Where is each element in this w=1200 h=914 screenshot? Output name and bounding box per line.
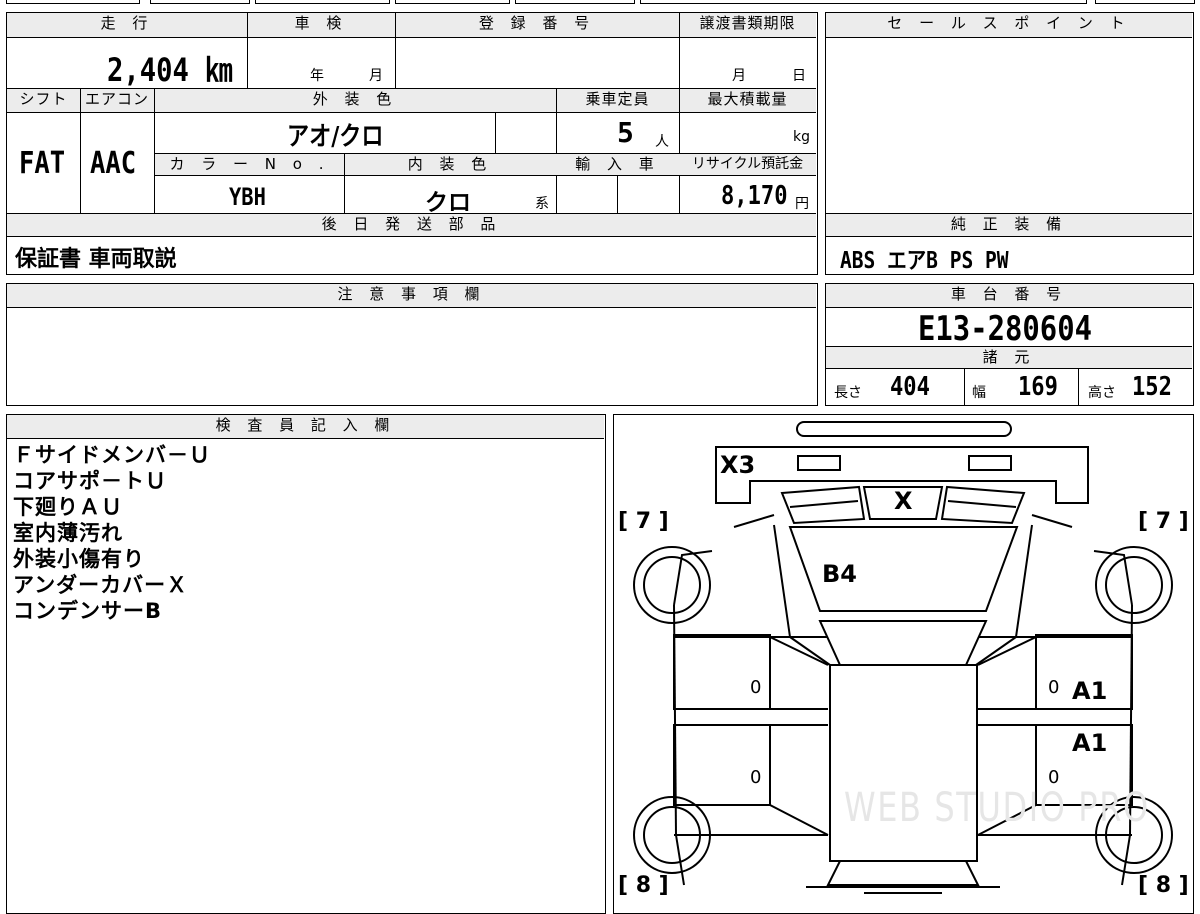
- shift-header: シフト: [7, 89, 80, 113]
- length-label: 長さ: [834, 385, 862, 401]
- registration-header: 登 録 番 号: [395, 13, 679, 38]
- inspector-line: 外装小傷有り: [13, 547, 145, 571]
- dimensions-header: 諸 元: [826, 347, 1192, 369]
- recycle-header: リサイクル預託金: [679, 154, 816, 176]
- mark-grille: X: [894, 487, 913, 515]
- recycle-unit: 円: [795, 196, 809, 212]
- sales-point-panel: セ ー ル ス ポ イ ン ト 純 正 装 備 ABS エアB PS PW: [825, 12, 1194, 275]
- mileage-value: 2,404 ㎞: [107, 51, 233, 89]
- inspector-header: 検 査 員 記 入 欄: [7, 415, 604, 439]
- tire-front-right: [ 7 ]: [1138, 509, 1189, 534]
- height-value: 152: [1132, 372, 1172, 402]
- transfer-day-unit: 日: [792, 68, 806, 84]
- exterior-color-header: 外 装 色: [154, 89, 556, 113]
- inspector-line: 下廻りＡＵ: [13, 495, 123, 519]
- inspector-line: Ｆサイドメンバ－Ｕ: [13, 443, 211, 467]
- mark-right-rear-door: A1: [1072, 729, 1108, 757]
- sales-point-header: セ ー ル ス ポ イ ン ト: [826, 13, 1192, 38]
- max-load-header: 最大積載量: [679, 89, 816, 113]
- vehicle-spec-table: 走 行 車 検 登 録 番 号 譲渡書類期限 2,404 ㎞ 年 月 月 日 シ…: [6, 12, 818, 275]
- mark-right-front-zero: 0: [1048, 677, 1060, 698]
- inspector-line: コアサポ－トＵ: [13, 469, 167, 493]
- notes-panel: 注 意 事 項 欄: [6, 283, 818, 406]
- inspection-year-unit: 年: [310, 68, 324, 84]
- inspection-month-unit: 月: [369, 68, 383, 84]
- mileage-header: 走 行: [7, 13, 247, 38]
- inspector-panel: 検 査 員 記 入 欄 Ｆサイドメンバ－Ｕ コアサポ－トＵ 下廻りＡＵ 室内薄汚…: [6, 414, 606, 914]
- interior-color-header: 内 装 色: [344, 154, 556, 176]
- inspector-line: コンデンサーB: [13, 599, 163, 623]
- mark-left-front-zero: 0: [750, 677, 762, 698]
- length-value: 404: [890, 372, 930, 402]
- aircon-header: エアコン: [80, 89, 154, 113]
- tire-rear-right: [ 8 ]: [1138, 873, 1189, 898]
- recycle-value: 8,170: [721, 181, 788, 211]
- interior-color-value: クロ: [425, 190, 471, 216]
- max-load-unit: kg: [793, 129, 810, 145]
- color-no-value: YBH: [229, 183, 266, 211]
- shift-value: FAT: [19, 146, 66, 181]
- genuine-equipment-header: 純 正 装 備: [826, 214, 1192, 237]
- capacity-header: 乗車定員: [556, 89, 679, 113]
- watermark: WEB STUDIO PRO: [844, 785, 1150, 831]
- genuine-equipment-value: ABS エアB PS PW: [840, 248, 1009, 274]
- mark-right-rear-zero: 0: [1048, 767, 1060, 788]
- mark-hood: B4: [822, 560, 857, 588]
- later-parts-value: 保証書 車両取説: [15, 247, 177, 272]
- mark-right-front-door: A1: [1072, 677, 1108, 705]
- height-label: 高さ: [1088, 385, 1116, 401]
- tire-rear-left: [ 8 ]: [618, 873, 669, 898]
- capacity-unit: 人: [655, 134, 669, 150]
- inspection-header: 車 検: [247, 13, 395, 38]
- mark-front-bumper: X3: [720, 451, 756, 479]
- width-value: 169: [1018, 372, 1058, 402]
- notes-header: 注 意 事 項 欄: [7, 284, 816, 308]
- capacity-value: 5: [617, 116, 634, 149]
- chassis-panel: 車 台 番 号 E13-280604 諸 元 長さ 404 幅 169 高さ 1…: [825, 283, 1194, 406]
- aircon-value: AAC: [90, 146, 137, 181]
- mark-left-rear-zero: 0: [750, 767, 762, 788]
- transfer-month-unit: 月: [732, 68, 746, 84]
- inspector-line: アンダーカバーＸ: [13, 573, 189, 597]
- interior-color-suffix: 系: [535, 196, 549, 212]
- inspector-line: 室内薄汚れ: [13, 521, 123, 545]
- color-no-header: カ ラ ー N o .: [155, 154, 344, 176]
- transfer-deadline-header: 譲渡書類期限: [679, 13, 816, 38]
- chassis-value: E13-280604: [918, 309, 1092, 349]
- tire-front-left: [ 7 ]: [618, 509, 669, 534]
- chassis-header: 車 台 番 号: [826, 284, 1192, 308]
- later-parts-header: 後 日 発 送 部 品: [7, 214, 816, 237]
- inspector-lines: Ｆサイドメンバ－Ｕ コアサポ－トＵ 下廻りＡＵ 室内薄汚れ 外装小傷有り アンダ…: [13, 442, 211, 624]
- exterior-color-value: アオ/クロ: [287, 122, 384, 152]
- width-label: 幅: [972, 385, 986, 401]
- import-header: 輸 入 車: [556, 154, 679, 176]
- car-damage-diagram: WEB STUDIO PRO X3 X B4 A1 A1 0 0 0 0 [ 7…: [613, 414, 1194, 914]
